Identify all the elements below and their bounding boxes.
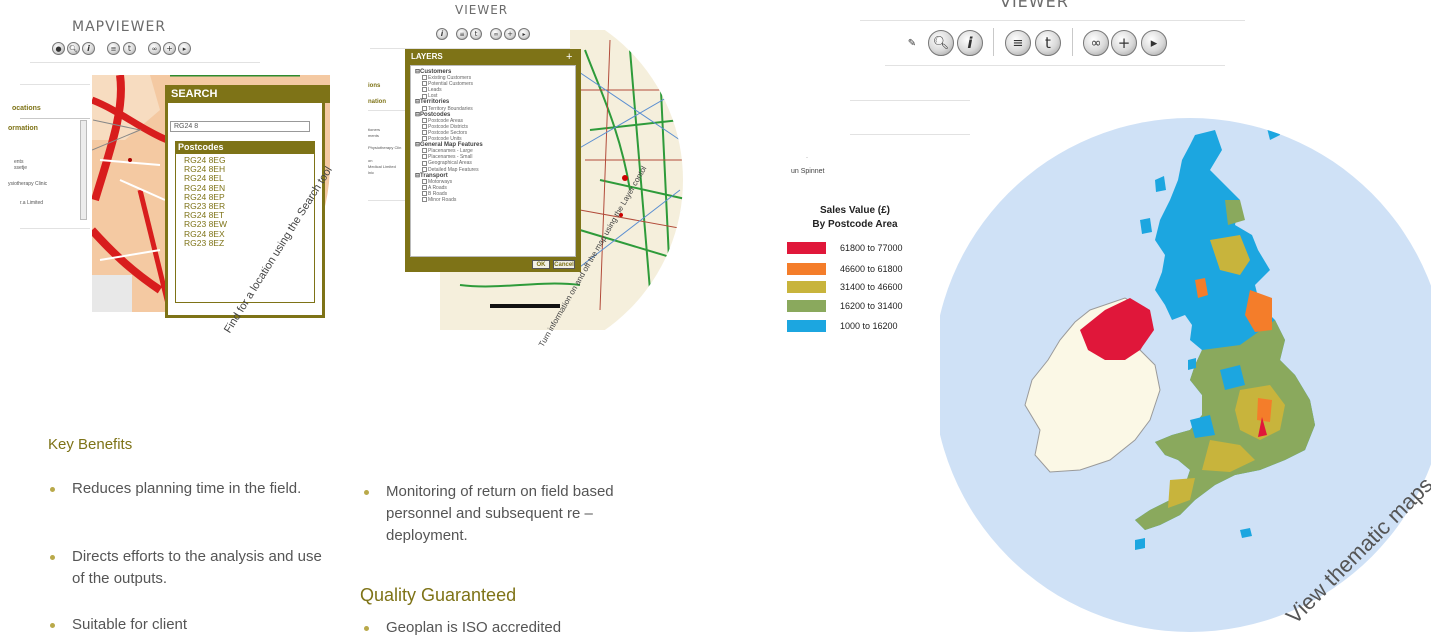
divider [860, 20, 1245, 21]
panel-text: on [368, 158, 373, 163]
search-input[interactable] [170, 121, 310, 132]
toolbar-separator [1072, 28, 1073, 56]
map2-title: VIEWER [455, 3, 509, 17]
legend-label: 46600 to 61800 [840, 264, 903, 274]
bullet-icon [364, 490, 369, 495]
binoculars-icon[interactable]: ∞ [1083, 30, 1109, 56]
quality-item: Geoplan is ISO accredited [364, 617, 634, 639]
map3-title: VIEWER [1000, 0, 1069, 11]
panel-text: Physiotherapy Clin [368, 145, 402, 150]
legend-label: 16200 to 31400 [840, 301, 903, 311]
legend-label: 31400 to 46600 [840, 282, 903, 292]
search-header-bar [300, 85, 330, 103]
layers-icon[interactable]: ≡ [1005, 30, 1031, 56]
panel-text: · [806, 155, 808, 161]
panel-text: un Spinnet [791, 168, 825, 175]
legend-title: Sales Value (£) [819, 205, 891, 216]
toolbar-separator [993, 28, 994, 56]
quality-heading: Quality Guaranteed [360, 585, 517, 605]
legend-swatch [787, 242, 826, 254]
export-icon[interactable]: ▸ [1141, 30, 1167, 56]
plus-icon[interactable]: + [566, 50, 572, 64]
postcodes-header: Postcodes [175, 141, 315, 153]
benefit-item: Monitoring of return on field based pers… [364, 481, 634, 547]
key-benefits-heading: Key Benefits [48, 436, 133, 453]
zoom-icon[interactable]: 🔍︎ [928, 30, 954, 56]
panel-text: Medical Limited [368, 164, 396, 169]
zoom-in-icon[interactable]: + [1111, 30, 1137, 56]
pointer-icon[interactable]: ✎ [905, 36, 919, 50]
bullet-icon [50, 555, 55, 560]
panel-item[interactable]: ions [368, 83, 380, 89]
panel-text: tioners [368, 127, 381, 132]
layers-list: ⊟Customers Existing Customers Potential … [410, 65, 576, 257]
panel-text: ments [368, 133, 379, 138]
ok-button[interactable]: OK [532, 260, 550, 269]
bullet-icon [364, 626, 369, 631]
text-icon[interactable]: t [1035, 30, 1061, 56]
legend-subtitle: By Postcode Area [812, 219, 898, 230]
cancel-button[interactable]: Cancel [553, 260, 575, 269]
panel-text: lnic [368, 170, 375, 175]
legend-swatch [787, 320, 826, 332]
legend-swatch [787, 263, 826, 275]
postcode-item[interactable]: RG23 8EZ [176, 238, 314, 248]
layer-checkbox[interactable]: Minor Roads [415, 197, 575, 203]
bullet-icon [50, 623, 55, 628]
legend-swatch [787, 281, 826, 293]
benefit-item: Reduces planning time in the field. [50, 478, 320, 500]
layers-title: LAYERS [411, 52, 443, 61]
legend-label: 1000 to 16200 [840, 321, 898, 331]
info-icon[interactable]: i [957, 30, 983, 56]
legend-swatch [787, 300, 826, 312]
panel-item[interactable]: nation [368, 99, 386, 105]
legend-label: 61800 to 77000 [840, 243, 903, 253]
benefit-item: Directs efforts to the analysis and use … [50, 546, 325, 590]
bullet-icon [50, 487, 55, 492]
